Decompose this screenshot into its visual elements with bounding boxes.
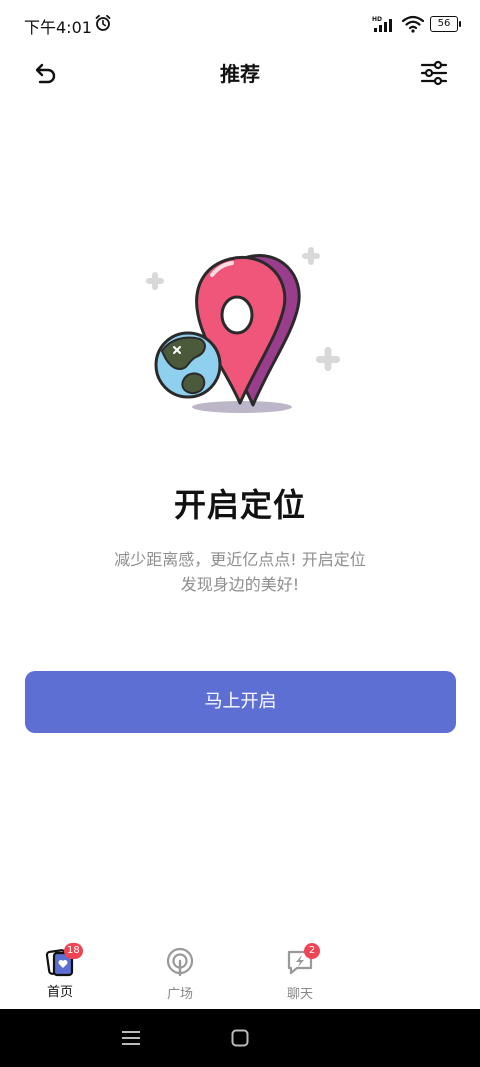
alarm-icon <box>95 14 111 31</box>
menu-icon[interactable] <box>122 1030 140 1046</box>
tab-chat[interactable]: 2 聊天 <box>260 935 340 1009</box>
globe-icon <box>154 331 222 399</box>
tab-home-label: 首页 <box>46 985 73 1000</box>
tab-plaza[interactable]: 广场 <box>140 935 220 1009</box>
location-illustration <box>146 247 340 413</box>
home-badge: 18 <box>64 943 83 959</box>
heading-enable-location: 开启定位 <box>173 486 306 524</box>
bottom-tab-bar: 18 首页 广场 2 聊天 <box>0 935 480 1009</box>
description-line-2: 发现身边的美好! <box>180 575 300 594</box>
enable-now-button[interactable]: 马上开启 <box>25 671 456 733</box>
wifi-icon <box>402 15 424 33</box>
signal-icon: HD <box>372 16 392 32</box>
network-type-label: HD <box>372 16 382 23</box>
home-square-icon[interactable] <box>231 1029 249 1047</box>
broadcast-icon <box>166 947 194 977</box>
system-nav-bar <box>0 1009 480 1067</box>
status-bar: 下午4:01 HD 56 <box>0 0 480 48</box>
description-line-1: 减少距离感，更近亿点点! 开启定位 <box>114 550 366 569</box>
battery-indicator: 56 <box>430 16 461 32</box>
tab-home[interactable]: 18 首页 <box>20 935 100 1009</box>
tab-plaza-label: 广场 <box>166 987 193 1002</box>
tab-chat-label: 聊天 <box>286 987 313 1002</box>
chat-badge: 2 <box>304 943 320 959</box>
filter-button[interactable] <box>418 58 450 88</box>
status-time: 下午4:01 <box>24 18 92 37</box>
sliders-icon <box>420 60 448 86</box>
pin-shadow <box>192 401 292 413</box>
header: 推荐 <box>0 48 480 98</box>
status-indicators: HD 56 <box>372 14 461 34</box>
page-title: 推荐 <box>220 62 260 86</box>
